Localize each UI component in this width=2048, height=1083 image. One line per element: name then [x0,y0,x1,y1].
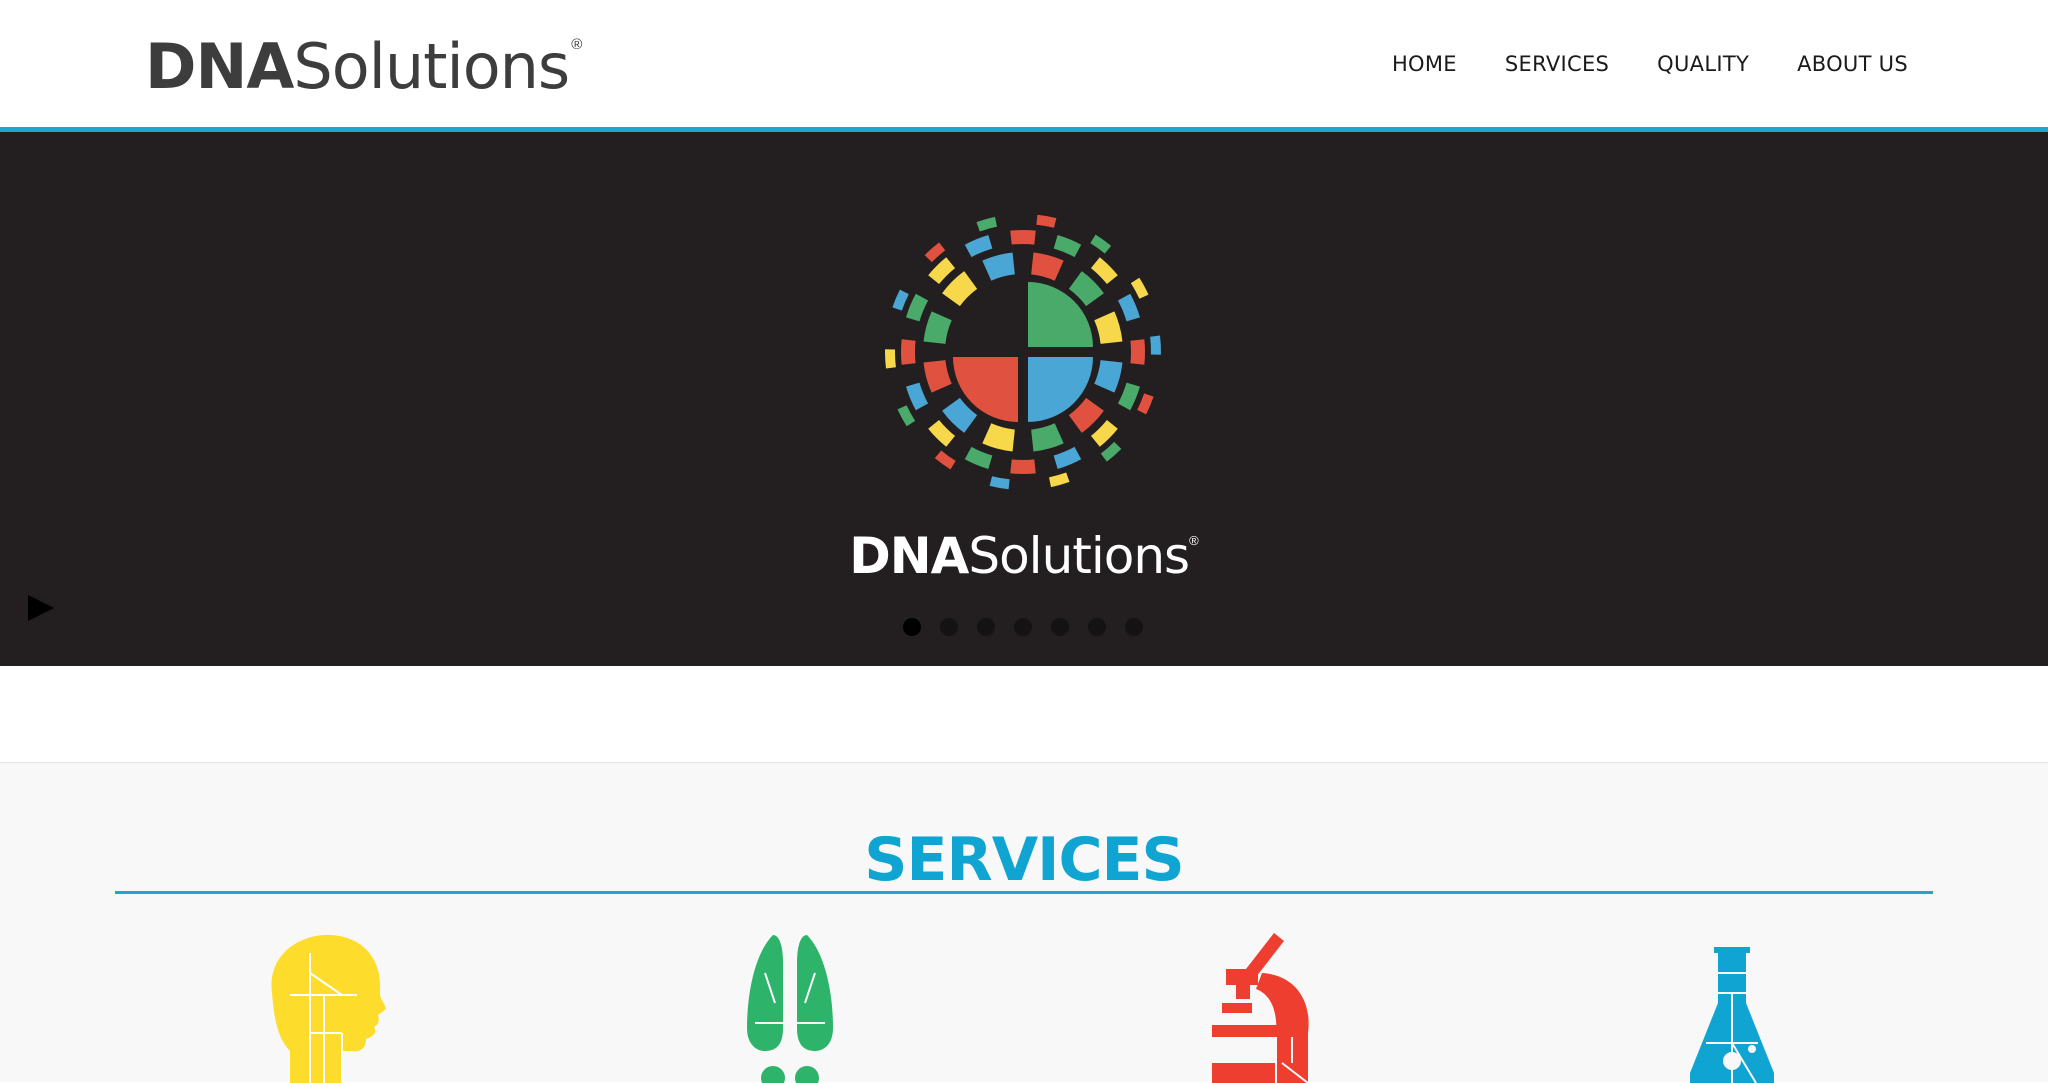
services-heading: SERVICES [864,825,1184,895]
brand-name-light: Solutions [293,30,570,103]
nav-quality[interactable]: QUALITY [1657,52,1749,76]
hero-brand-name: DNASolutions® [0,527,2048,585]
slider-dot[interactable] [1125,618,1143,636]
slider-dot[interactable] [1088,618,1106,636]
nav-home[interactable]: HOME [1392,52,1457,76]
brand-logo[interactable]: DNA Solutions ® [145,30,583,103]
slider-pagination [903,618,1143,636]
services-divider [115,891,1933,894]
microscope-icon[interactable] [1212,933,1312,1083]
nav-about-us[interactable]: ABOUT US [1797,52,1908,76]
hero-slider: DNASolutions® [0,132,2048,666]
hero-brand-bold: DNA [849,527,969,585]
slider-dot[interactable] [1014,618,1032,636]
slider-dot[interactable] [903,618,921,636]
services-section: SERVICES [0,762,2048,1083]
play-icon[interactable] [28,595,54,621]
slider-dot[interactable] [1051,618,1069,636]
hero-registered-mark: ® [1189,533,1199,548]
lungs-icon[interactable] [745,933,835,1083]
main-nav: HOME SERVICES QUALITY ABOUT US [1392,52,1908,76]
flask-icon[interactable] [1686,933,1778,1083]
head-icon[interactable] [262,933,388,1083]
slider-dot[interactable] [977,618,995,636]
site-header: DNA Solutions ® HOME SERVICES QUALITY AB… [0,0,2048,127]
hero-brand-light: Solutions [968,527,1190,585]
slider-dot[interactable] [940,618,958,636]
registered-mark: ® [571,36,583,53]
brand-name-bold: DNA [145,30,294,103]
dna-solutions-emblem-icon [885,214,1161,490]
nav-services[interactable]: SERVICES [1505,52,1609,76]
